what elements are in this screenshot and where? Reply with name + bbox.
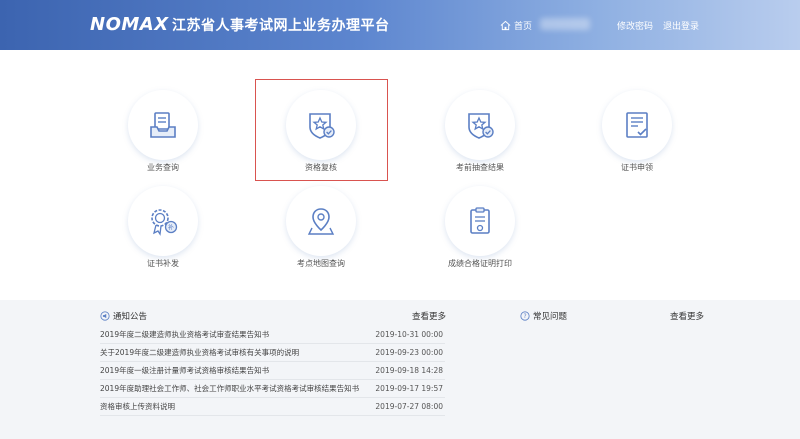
list-item[interactable]: 2019年度一级注册计量师考试资格审核结果告知书 2019-09-18 14:2…: [100, 362, 445, 380]
tile-label: 业务查询: [147, 163, 179, 172]
tile-label: 证书申领: [621, 163, 653, 172]
notice-list: 2019年度二级建造师执业资格考试审查结果告知书 2019-10-31 00:0…: [100, 326, 445, 416]
tile-label: 考前抽查结果: [456, 163, 504, 172]
map-pin-icon: [307, 208, 335, 235]
clipboard-icon: [470, 207, 490, 234]
tile-icon-circle: [128, 90, 198, 160]
header-bar: NOMAX 江苏省人事考试网上业务办理平台 首页 修改密码 退出登录: [0, 0, 800, 50]
notice-heading-label: 通知公告: [113, 312, 148, 322]
tile-icon-circle: [286, 186, 356, 256]
award-medal-icon: 补: [151, 209, 178, 236]
notice-date: 2019-09-17 19:57: [375, 384, 443, 393]
tile-certificate-apply[interactable]: 证书申领: [582, 80, 692, 200]
tile-score-certificate-print[interactable]: 成绩合格证明打印: [425, 176, 535, 296]
badge-star-icon: [468, 113, 494, 139]
tile-label: 证书补发: [147, 259, 179, 268]
faq-heading-label: 常见问题: [533, 312, 568, 322]
notice-more-link[interactable]: 查看更多: [412, 310, 446, 322]
list-item[interactable]: 关于2019年度二级建造师执业资格考试审核有关事项的说明 2019-09-23 …: [100, 344, 445, 362]
svg-text:补: 补: [168, 224, 174, 232]
site-logo[interactable]: NOMAX: [90, 13, 169, 35]
list-item[interactable]: 2019年度二级建造师执业资格考试审查结果告知书 2019-10-31 00:0…: [100, 326, 445, 344]
faq-more-link[interactable]: 查看更多: [670, 310, 704, 322]
megaphone-icon: [100, 311, 110, 321]
nav-change-password-link[interactable]: 修改密码: [617, 18, 653, 32]
tile-icon-circle: 补: [128, 186, 198, 256]
tile-label: 考点地图查询: [297, 259, 345, 268]
nav-home-link[interactable]: 首页: [500, 18, 532, 32]
nav-change-password-label: 修改密码: [617, 21, 654, 32]
home-icon: [500, 20, 511, 30]
notice-title: 2019年度助理社会工作师、社会工作师职业水平考试资格考试审核结果告知书: [100, 384, 360, 393]
notice-date: 2019-09-23 00:00: [375, 348, 443, 357]
tray-icon: [150, 112, 176, 138]
notice-section-heading: 通知公告: [100, 310, 147, 322]
faq-section-heading: ? 常见问题: [520, 310, 567, 322]
certificate-icon: [626, 112, 648, 138]
nav-home-label: 首页: [514, 21, 533, 32]
svg-text:?: ?: [523, 314, 526, 320]
list-item[interactable]: 2019年度助理社会工作师、社会工作师职业水平考试资格考试审核结果告知书 201…: [100, 380, 445, 398]
list-item[interactable]: 资格审核上传资料说明 2019-07-27 08:00: [100, 398, 445, 416]
notice-date: 2019-10-31 00:00: [375, 330, 443, 339]
notice-title: 资格审核上传资料说明: [100, 402, 175, 411]
nav-logout-label: 退出登录: [663, 21, 700, 32]
notice-date: 2019-07-27 08:00: [375, 402, 443, 411]
tile-exam-site-map[interactable]: 考点地图查询: [266, 176, 376, 296]
notice-date: 2019-09-18 14:28: [375, 366, 443, 375]
logo-text: NOMAX: [90, 13, 169, 35]
tile-label: 成绩合格证明打印: [448, 259, 512, 268]
tile-icon-circle: [602, 90, 672, 160]
tile-icon-circle: [445, 90, 515, 160]
highlight-annotation-box: [255, 79, 388, 181]
user-name-blurred: [540, 18, 590, 30]
question-icon: ?: [520, 311, 530, 321]
tile-certificate-reissue[interactable]: 补 证书补发: [108, 176, 218, 296]
notice-title: 关于2019年度二级建造师执业资格考试审核有关事项的说明: [100, 348, 300, 357]
notice-title: 2019年度一级注册计量师考试资格审核结果告知书: [100, 366, 270, 375]
notice-title: 2019年度二级建造师执业资格考试审查结果告知书: [100, 330, 270, 339]
nav-logout-link[interactable]: 退出登录: [663, 18, 699, 32]
site-title: 江苏省人事考试网上业务办理平台: [172, 18, 390, 34]
tile-icon-circle: [445, 186, 515, 256]
